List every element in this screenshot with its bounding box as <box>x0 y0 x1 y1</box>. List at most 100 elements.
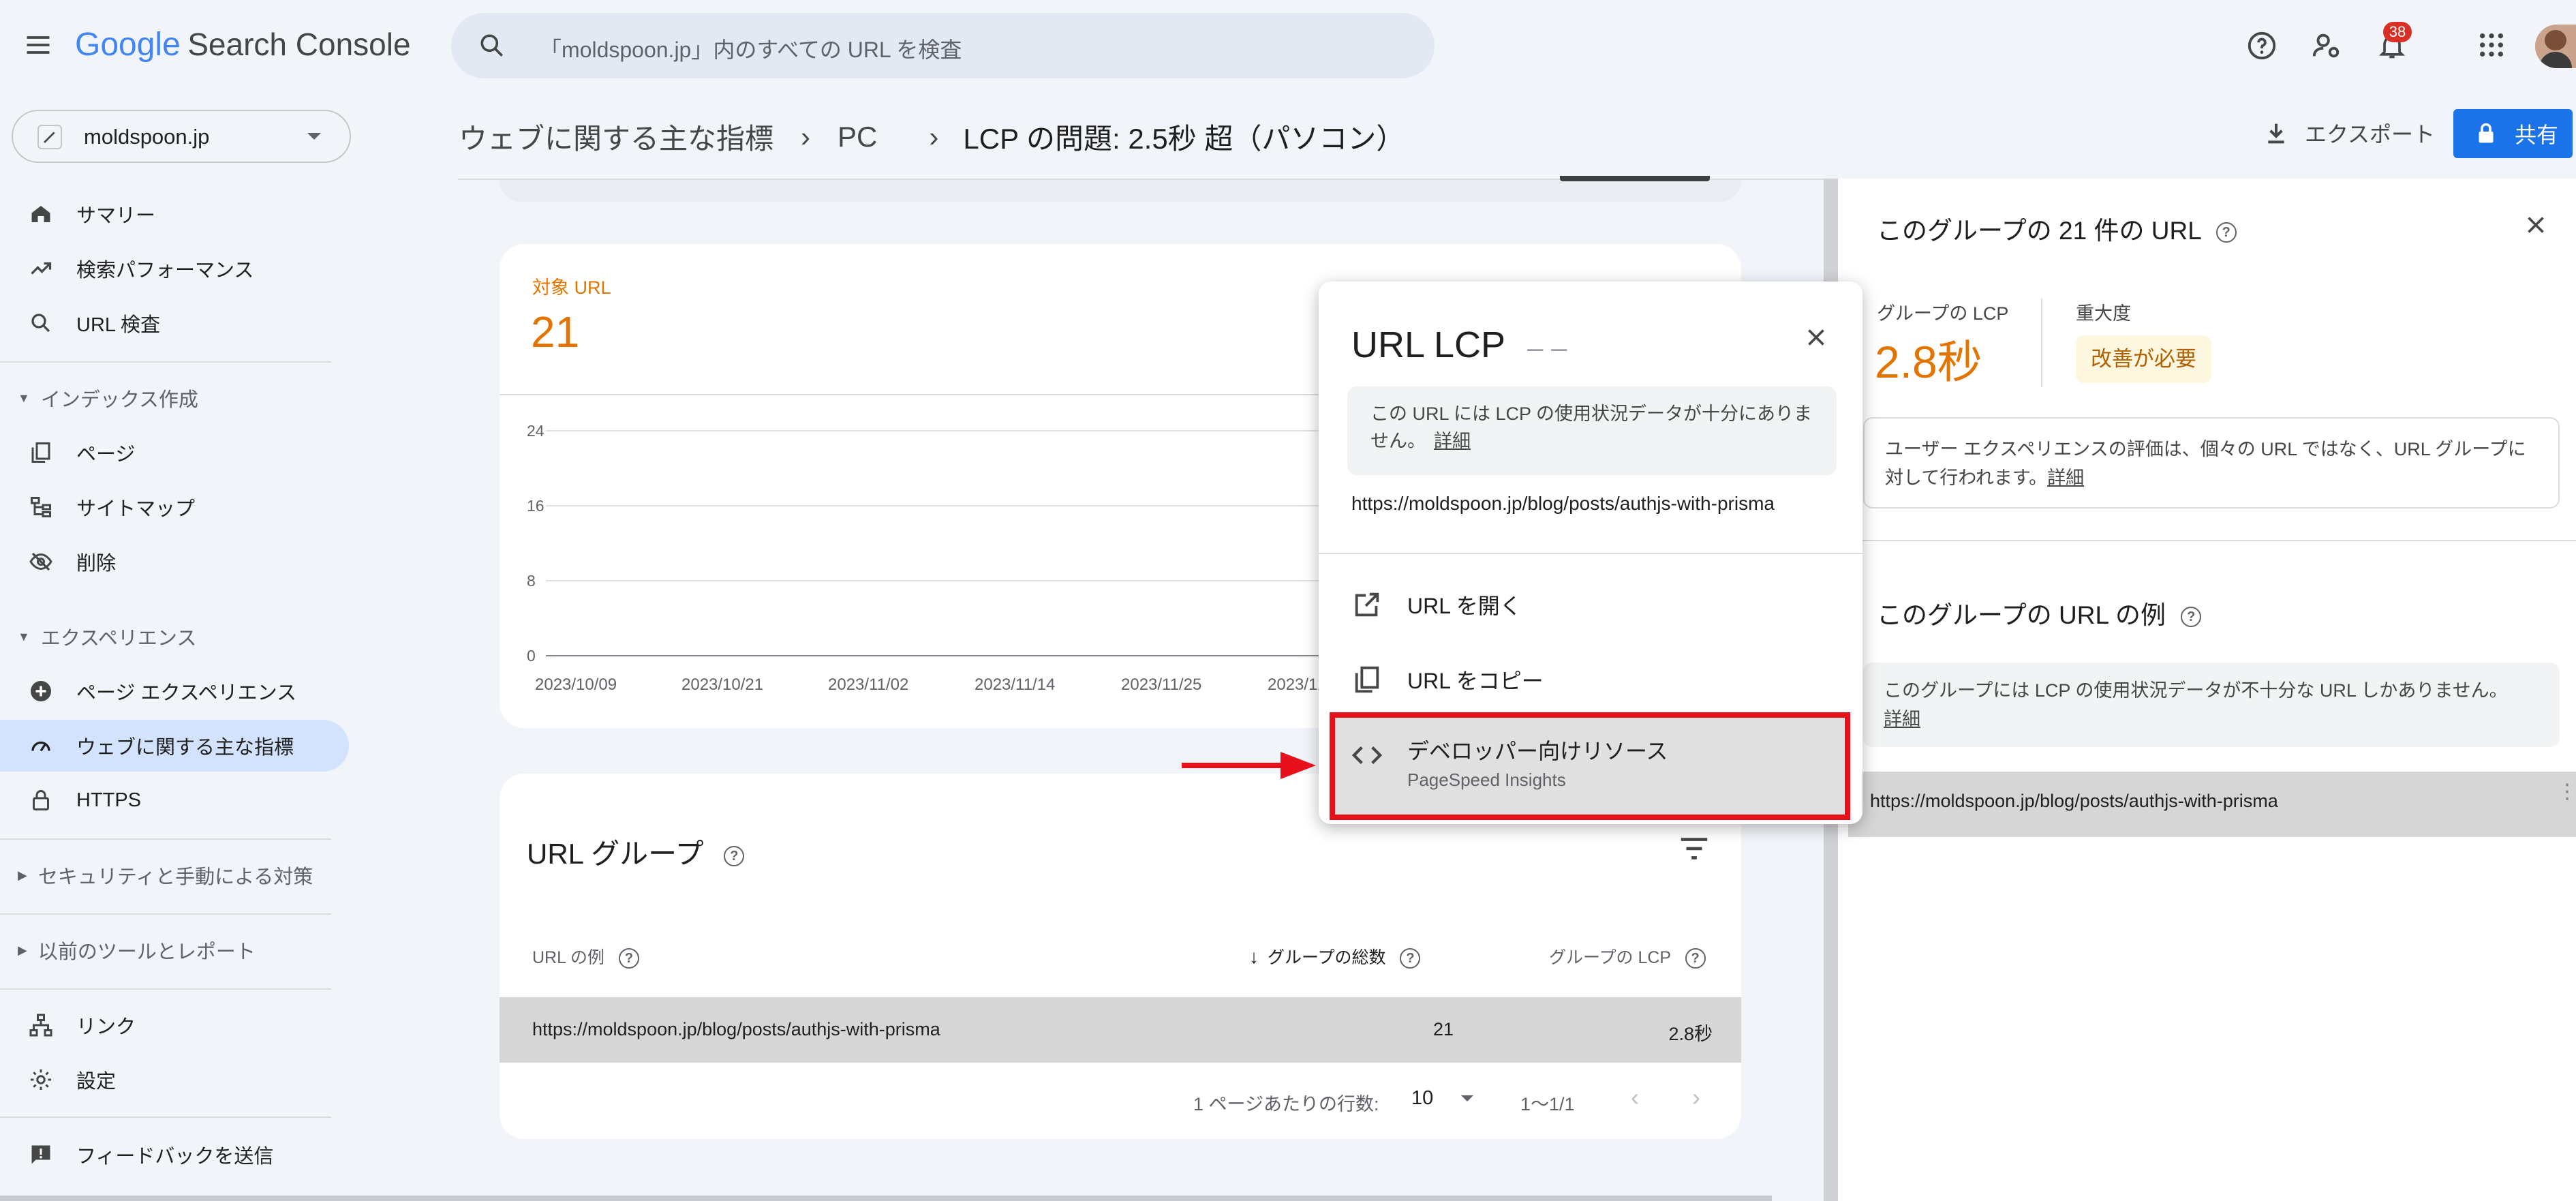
pagination-range: 1〜1/1 <box>1520 1094 1575 1114</box>
sidebar-item-core-web-vitals[interactable]: ウェブに関する主な指標 <box>0 720 349 772</box>
next-page-icon[interactable]: › <box>1692 1083 1700 1112</box>
sidebar-section-indexing[interactable]: ▼ インデックス作成 <box>0 374 349 422</box>
sidebar-item-https[interactable]: HTTPS <box>0 774 349 826</box>
search-icon <box>26 308 56 338</box>
sidebar-item-label: リンク <box>76 1016 136 1038</box>
account-avatar[interactable] <box>2535 25 2576 68</box>
sidebar-item-label: 削除 <box>76 553 117 575</box>
sidebar-item-feedback[interactable]: フィードバックを送信 <box>0 1129 349 1181</box>
developer-resources-menu-item[interactable]: デベロッパー向けリソース PageSpeed Insights <box>1330 712 1850 820</box>
help-icon[interactable]: ? <box>2181 607 2202 628</box>
group-lcp-label: グループの LCP <box>1877 303 2009 324</box>
sidebar-item-sitemaps[interactable]: サイトマップ <box>0 481 349 533</box>
sidebar-item-links[interactable]: リンク <box>0 999 349 1051</box>
caret-down-icon: ▼ <box>18 629 30 643</box>
export-button[interactable]: エクスポート <box>2263 117 2435 149</box>
share-button[interactable]: 共有 <box>2453 109 2573 158</box>
sidebar-section-label: セキュリティと手動による対策 <box>37 866 313 888</box>
product-name: Search Console <box>187 27 411 62</box>
app-logo[interactable]: Google Search Console <box>75 26 411 63</box>
popup-title-text: URL LCP <box>1351 324 1505 365</box>
y-tick-label: 16 <box>527 497 545 515</box>
sidebar-divider <box>0 913 331 915</box>
pages-icon <box>26 438 56 468</box>
breadcrumb-item[interactable]: ウェブに関する主な指標 <box>459 116 773 157</box>
developer-resources-label: デベロッパー向けリソース <box>1407 739 1668 763</box>
examples-notice-text: このグループには LCP の使用状況データが不十分な URL しかありません。詳… <box>1884 676 2545 733</box>
sidebar-item-pages[interactable]: ページ <box>0 427 349 478</box>
code-icon <box>1351 740 1383 771</box>
manage-users-icon[interactable] <box>2310 30 2342 61</box>
column-header-label: グループの総数 <box>1267 948 1386 967</box>
popup-title-value: – – <box>1527 331 1567 363</box>
search-placeholder: 「moldspoon.jp」内のすべての URL を検査 <box>540 37 962 62</box>
x-tick-label: 2023/10/21 <box>681 675 763 694</box>
visibility-off-icon <box>26 547 56 577</box>
sidebar-item-removals[interactable]: 削除 <box>0 536 349 588</box>
url-inspection-search[interactable]: 「moldspoon.jp」内のすべての URL を検査 <box>451 13 1435 78</box>
property-selector[interactable]: moldspoon.jp <box>12 110 351 163</box>
x-tick-label: 2023/10/09 <box>535 675 617 694</box>
examples-title: このグループの URL の例 ? <box>1877 594 2202 631</box>
help-icon[interactable]: ? <box>1685 948 1706 969</box>
sidebar-item-settings[interactable]: 設定 <box>0 1054 349 1106</box>
example-url-row[interactable]: https://moldspoon.jp/blog/posts/authjs-w… <box>1848 772 2576 837</box>
help-icon[interactable]: ? <box>618 948 639 969</box>
popup-notice-link[interactable]: 詳細 <box>1434 431 1471 451</box>
sidebar-section-label: インデックス作成 <box>40 389 198 411</box>
info-link[interactable]: 詳細 <box>2047 468 2084 488</box>
more-vert-icon[interactable]: ⋮ <box>2557 782 2576 802</box>
column-header-label: グループの LCP <box>1549 948 1671 967</box>
rows-per-page-value: 10 <box>1411 1087 1434 1109</box>
help-icon[interactable] <box>2246 30 2278 61</box>
filter-icon[interactable] <box>1678 836 1710 861</box>
breadcrumb-item[interactable]: PC <box>838 121 877 153</box>
close-icon[interactable] <box>2524 213 2548 237</box>
apps-grid-icon[interactable] <box>2478 31 2505 59</box>
sidebar-item-url-inspection[interactable]: URL 検査 <box>0 297 349 349</box>
open-in-new-icon <box>1351 589 1383 620</box>
breadcrumb: ウェブに関する主な指標 › PC › LCP の問題: 2.5秒 超（パソコン） <box>459 116 1405 157</box>
home-icon <box>26 199 56 229</box>
column-header-label: URL の例 <box>532 948 605 967</box>
rows-per-page-select[interactable]: 10 <box>1411 1087 1474 1110</box>
sidebar-item-performance[interactable]: 検索パフォーマンス <box>0 243 349 294</box>
sidebar-section-experience[interactable]: ▼ エクスペリエンス <box>0 613 349 660</box>
speed-icon <box>26 731 56 761</box>
close-icon[interactable] <box>1804 325 1828 350</box>
share-label: 共有 <box>2515 123 2559 147</box>
table-row[interactable]: https://moldspoon.jp/blog/posts/authjs-w… <box>500 997 1741 1063</box>
trending-up-icon <box>26 254 56 284</box>
examples-link[interactable]: 詳細 <box>1884 709 1920 729</box>
panel-title: このグループの 21 件の URL ? <box>1877 210 2237 247</box>
sidebar-item-page-experience[interactable]: ページ エクスペリエンス <box>0 665 349 717</box>
sitemap-icon <box>26 492 56 522</box>
sidebar-divider <box>0 1116 331 1118</box>
help-icon[interactable]: ? <box>1400 948 1421 969</box>
help-icon[interactable]: ? <box>724 845 745 866</box>
sidebar-item-label: 設定 <box>76 1071 117 1093</box>
sidebar-item-label: URL 検査 <box>76 314 160 336</box>
add-circle-icon <box>26 676 56 706</box>
help-icon[interactable]: ? <box>2215 222 2237 243</box>
sidebar-item-label: ページ エクスペリエンス <box>76 682 296 704</box>
popup-divider <box>1319 553 1862 554</box>
menu-icon[interactable] <box>23 30 53 60</box>
x-tick-label: 2023/11/25 <box>1121 675 1201 694</box>
sidebar-item-label: サイトマップ <box>76 498 196 520</box>
sidebar-section-security[interactable]: ▶ セキュリティと手動による対策 <box>0 851 349 899</box>
search-icon <box>477 31 507 61</box>
column-header-lcp: グループの LCP ? <box>1549 944 1706 969</box>
sidebar-section-legacy[interactable]: ▶ 以前のツールとレポート <box>0 926 349 974</box>
examples-notice-body: このグループには LCP の使用状況データが不十分な URL しかありません。 <box>1884 680 2508 701</box>
horizontal-scrollbar[interactable] <box>0 1196 1772 1201</box>
sidebar-item-summary[interactable]: サマリー <box>0 188 349 240</box>
prev-page-icon[interactable]: ‹ <box>1631 1083 1639 1112</box>
info-text: ユーザー エクスペリエンスの評価は、個々の URL ではなく、URL グループに… <box>1885 435 2539 492</box>
column-header-total[interactable]: ↓ グループの総数 ? <box>1249 944 1421 969</box>
popup-title: URL LCP – – <box>1351 324 1567 366</box>
open-url-menu-item[interactable]: URL を開く <box>1319 572 1862 637</box>
caret-right-icon: ▶ <box>18 868 27 882</box>
developer-resources-sublabel: PageSpeed Insights <box>1407 770 1566 790</box>
copy-url-menu-item[interactable]: URL をコピー <box>1319 647 1862 712</box>
